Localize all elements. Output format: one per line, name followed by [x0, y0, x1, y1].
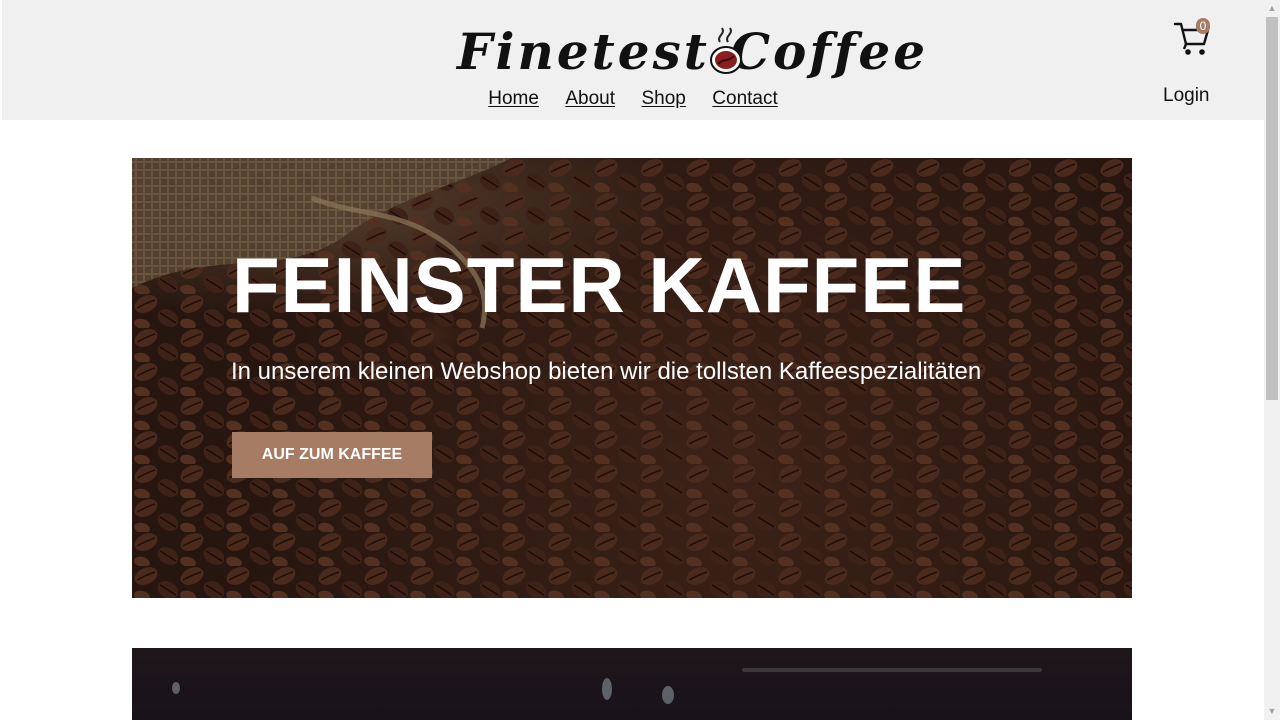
nav-contact[interactable]: Contact: [712, 88, 777, 110]
nav-home[interactable]: Home: [488, 88, 539, 110]
hero-subtitle: In unserem kleinen Webshop bieten wir di…: [231, 358, 982, 385]
nav-shop[interactable]: Shop: [641, 88, 685, 110]
login-link[interactable]: Login: [1163, 85, 1210, 107]
decorative-light: [742, 668, 1042, 672]
coffee-bean-icon: [710, 27, 742, 74]
vertical-scrollbar[interactable]: ▲ ▼: [1264, 0, 1280, 720]
page: Finetest Coffee Home About Shop Contact …: [0, 0, 1264, 720]
cart-count-badge: 0: [1196, 18, 1210, 34]
decorative-light: [602, 678, 612, 700]
second-banner-image: [132, 648, 1132, 720]
decorative-light: [662, 686, 674, 704]
scroll-down-arrow-icon[interactable]: ▼: [1264, 703, 1280, 720]
shop-coffee-button[interactable]: AUF ZUM KAFFEE: [232, 432, 432, 478]
hero-banner: FEINSTER KAFFEE In unserem kleinen Websh…: [132, 158, 1132, 598]
hero-title: FEINSTER KAFFEE: [232, 241, 967, 329]
scroll-up-arrow-icon[interactable]: ▲: [1264, 0, 1280, 17]
decorative-light: [172, 682, 180, 694]
site-logo[interactable]: Finetest Coffee: [457, 20, 925, 81]
scrollbar-thumb[interactable]: [1266, 17, 1278, 400]
site-header: Finetest Coffee Home About Shop Contact …: [2, 0, 1264, 120]
main-nav: Home About Shop Contact: [2, 88, 1264, 110]
nav-about[interactable]: About: [565, 88, 615, 110]
logo-text: Finetest Coffee: [457, 22, 929, 81]
